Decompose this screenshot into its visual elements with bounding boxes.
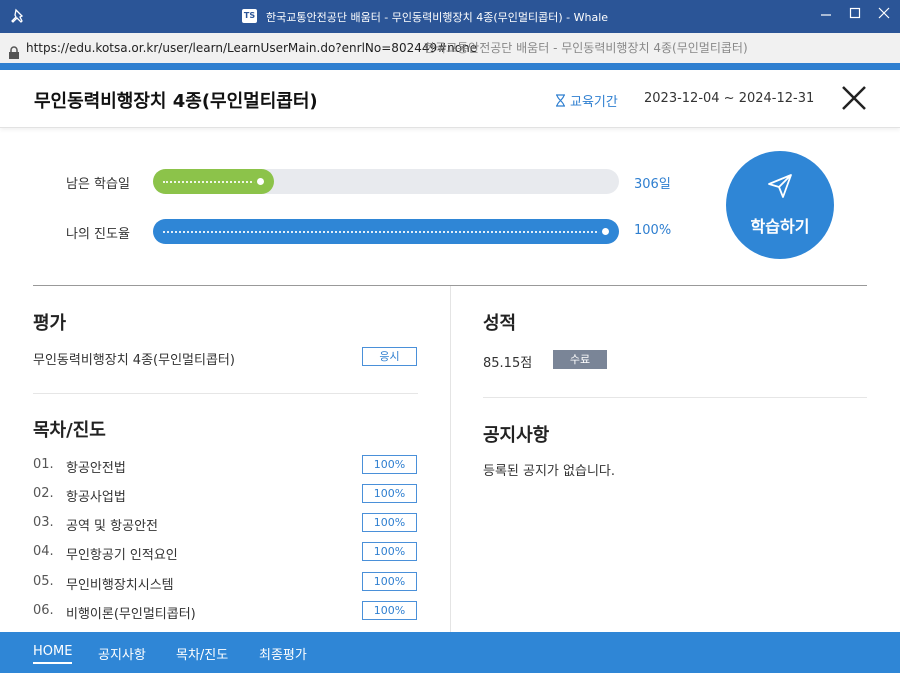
- toc-item-progress: 100%: [362, 601, 417, 620]
- site-favicon-icon: TS: [242, 9, 257, 23]
- my-progress-track: [153, 219, 619, 244]
- window-close-button[interactable]: [870, 3, 898, 25]
- paper-plane-icon: [768, 174, 792, 198]
- nav-home[interactable]: HOME: [33, 644, 73, 664]
- address-bar[interactable]: https://edu.kotsa.or.kr/user/learn/Learn…: [0, 33, 900, 63]
- nav-notices[interactable]: 공지사항: [98, 644, 146, 663]
- take-exam-button[interactable]: 응시: [362, 347, 417, 366]
- toc-title: 목차/진도: [33, 420, 106, 441]
- toc-item-progress: 100%: [362, 513, 417, 532]
- toc-item-name: 비행이론(무인멀티콥터): [66, 607, 196, 622]
- toc-item-name: 무인비행장치시스템: [66, 578, 174, 593]
- nav-toc-progress[interactable]: 목차/진도: [176, 644, 228, 663]
- remaining-days-fill: [153, 169, 275, 194]
- url-text[interactable]: https://edu.kotsa.or.kr/user/learn/Learn…: [26, 33, 477, 63]
- toc-item[interactable]: 04. 무인항공기 인적요인 100%: [33, 542, 418, 564]
- remaining-days-knob: [254, 175, 268, 188]
- lock-icon: [8, 41, 20, 59]
- my-progress-knob: [599, 225, 612, 238]
- evaluation-divider: [33, 393, 418, 394]
- study-button[interactable]: 학습하기: [726, 151, 834, 259]
- evaluation-course-name: 무인동력비행장치 4종(무인멀티콥터): [33, 353, 235, 368]
- toc-item-progress: 100%: [362, 542, 417, 561]
- toc-item[interactable]: 03. 공역 및 항공안전 100%: [33, 513, 418, 535]
- notice-empty-text: 등록된 공지가 없습니다.: [483, 464, 615, 479]
- toc-item-progress: 100%: [362, 572, 417, 591]
- toc-item-number: 01.: [33, 457, 54, 472]
- toc-item-name: 무인항공기 인적요인: [66, 548, 178, 563]
- toc-item-progress: 100%: [362, 455, 417, 474]
- bottom-nav: HOME 공지사항 목차/진도 최종평가: [0, 632, 900, 673]
- grade-divider: [483, 397, 867, 398]
- period-dates: 2023-12-04 ~ 2024-12-31: [644, 91, 815, 106]
- page-title-text: 한국교통안전공단 배움터 - 무인동력비행장치 4종(무인멀티콥터): [424, 41, 748, 55]
- nav-final-exam[interactable]: 최종평가: [259, 644, 307, 663]
- toc-item-number: 03.: [33, 515, 54, 530]
- completion-status-badge: 수료: [553, 350, 607, 369]
- browser-titlebar: TS 한국교통안전공단 배움터 - 무인동력비행장치 4종(무인멀티콥터) - …: [0, 0, 900, 33]
- remaining-days-track: [153, 169, 619, 194]
- minimize-button[interactable]: [812, 3, 840, 25]
- toc-item-name: 항공안전법: [66, 461, 126, 476]
- hourglass-icon: [556, 94, 565, 107]
- maximize-button[interactable]: [841, 3, 869, 25]
- my-progress-fill: [153, 219, 619, 244]
- toc-item-name: 항공사업법: [66, 490, 126, 505]
- course-title: 무인동력비행장치 4종(무인멀티콥터): [34, 91, 318, 112]
- toc-item-number: 04.: [33, 544, 54, 559]
- grade-score: 85.15점: [483, 356, 533, 371]
- toc-item[interactable]: 05. 무인비행장치시스템 100%: [33, 572, 418, 594]
- toc-item-name: 공역 및 항공안전: [66, 519, 158, 534]
- toc-item[interactable]: 06. 비행이론(무인멀티콥터) 100%: [33, 601, 418, 623]
- remaining-days-value: 306일: [634, 177, 671, 192]
- pin-icon[interactable]: [10, 8, 26, 24]
- grade-title: 성적: [483, 313, 517, 334]
- my-progress-value: 100%: [634, 223, 672, 238]
- notice-title: 공지사항: [483, 425, 550, 446]
- toc-item-number: 05.: [33, 574, 54, 589]
- study-button-label: 학습하기: [750, 217, 810, 236]
- toc-item-progress: 100%: [362, 484, 417, 503]
- period-label-text: 교육기간: [570, 95, 618, 110]
- accent-stripe: [0, 63, 900, 70]
- close-icon[interactable]: [840, 84, 868, 112]
- toc-item[interactable]: 01. 항공안전법 100%: [33, 455, 418, 477]
- toc-item-number: 06.: [33, 603, 54, 618]
- toc-item-number: 02.: [33, 486, 54, 501]
- evaluation-title: 평가: [33, 313, 67, 334]
- period-label: 교육기간: [555, 91, 618, 110]
- toc-item[interactable]: 02. 항공사업법 100%: [33, 484, 418, 506]
- my-progress-label: 나의 진도율: [66, 227, 130, 242]
- remaining-days-label: 남은 학습일: [66, 177, 130, 192]
- window-title: 한국교통안전공단 배움터 - 무인동력비행장치 4종(무인멀티콥터) - Wha…: [266, 11, 609, 24]
- course-header: 무인동력비행장치 4종(무인멀티콥터) 교육기간 2023-12-04 ~ 20…: [0, 70, 900, 128]
- column-divider: [450, 286, 451, 632]
